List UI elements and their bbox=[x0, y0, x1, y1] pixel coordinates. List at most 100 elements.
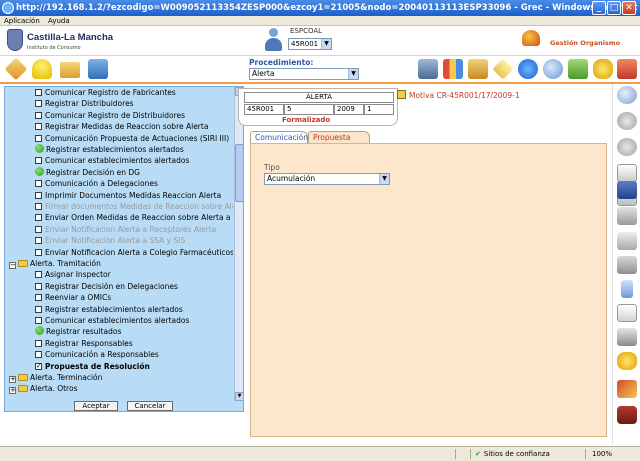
task-checkbox[interactable] bbox=[35, 339, 42, 347]
task-checkbox[interactable] bbox=[35, 317, 42, 324]
tree-item[interactable]: Registrar Medidas de Reaccion sobre Aler… bbox=[35, 121, 233, 132]
tag-icon[interactable] bbox=[4, 57, 28, 81]
envelope-icon[interactable] bbox=[492, 58, 514, 80]
tree-scrollbar[interactable]: ▲ ▼ bbox=[234, 87, 243, 401]
scroll-thumb[interactable] bbox=[235, 144, 243, 202]
tree-item[interactable]: Registrar Decisión en DG bbox=[35, 166, 233, 178]
logo-name: Castilla-La Mancha bbox=[27, 32, 114, 43]
expand-icon[interactable]: + bbox=[9, 387, 16, 395]
logo-subtitle: Instituto de Consumo bbox=[27, 45, 81, 51]
tree-item[interactable]: Comunicación a Responsables bbox=[35, 349, 233, 360]
tree-item[interactable]: + Alerta. Otros bbox=[9, 383, 233, 395]
task-checkbox[interactable] bbox=[35, 123, 42, 131]
accept-button[interactable]: Aceptar bbox=[74, 401, 118, 411]
motorbike-icon[interactable] bbox=[617, 406, 637, 424]
task-checkbox[interactable] bbox=[35, 89, 42, 96]
task-checkbox[interactable] bbox=[35, 351, 42, 359]
tree-item[interactable]: Registrar Distribuidores bbox=[35, 98, 233, 109]
collapse-icon[interactable]: − bbox=[9, 262, 16, 269]
minimize-button[interactable]: _ bbox=[592, 1, 606, 15]
tree-item[interactable]: Enviar Notificacion Alerta a Receptores … bbox=[35, 224, 233, 235]
tipo-select[interactable]: Acumulación ▼ bbox=[264, 173, 390, 185]
close-button[interactable]: ✕ bbox=[622, 1, 636, 15]
fax-icon[interactable] bbox=[617, 256, 637, 274]
tree-item[interactable]: Comunicación a Delegaciones bbox=[35, 178, 233, 189]
task-checkbox[interactable] bbox=[35, 191, 42, 199]
tree-item[interactable]: Enviar Notificacion Alerta a SSA y SIS bbox=[35, 235, 233, 246]
tree-item[interactable]: Reenviar a OMICs bbox=[35, 292, 233, 303]
scroll-down-icon[interactable]: ▼ bbox=[235, 392, 243, 401]
tree-item[interactable]: Enviar Orden Medidas de Reaccion sobre A… bbox=[35, 212, 233, 223]
tools-icon[interactable] bbox=[568, 59, 588, 79]
task-checkbox[interactable] bbox=[35, 157, 42, 165]
computer-icon[interactable] bbox=[88, 59, 108, 79]
menu-ayuda[interactable]: Ayuda bbox=[48, 17, 70, 25]
expand-icon[interactable]: + bbox=[9, 376, 16, 383]
cut-icon[interactable] bbox=[617, 207, 637, 225]
task-checkbox[interactable] bbox=[35, 100, 42, 108]
folder-icon[interactable] bbox=[60, 62, 80, 78]
task-checkbox[interactable] bbox=[35, 111, 42, 119]
tree-item[interactable]: Registrar Responsables bbox=[35, 338, 233, 349]
gear-icon[interactable] bbox=[593, 59, 613, 79]
archive-icon[interactable] bbox=[468, 59, 488, 79]
tree-item[interactable]: Comunicar establecimientos alertados bbox=[35, 315, 233, 326]
books-icon[interactable] bbox=[443, 59, 463, 79]
tab-comunicacion[interactable]: Comunicación bbox=[250, 131, 308, 143]
ie-icon bbox=[2, 2, 14, 14]
laptop-icon[interactable] bbox=[418, 59, 438, 79]
tree-item[interactable]: + Alerta. Terminación bbox=[9, 372, 233, 383]
tree-item[interactable]: Registrar resultados bbox=[35, 326, 233, 337]
save-icon[interactable] bbox=[617, 181, 637, 199]
task-checkbox[interactable] bbox=[35, 305, 42, 313]
tree-item[interactable]: − Alerta. Tramitación bbox=[9, 258, 233, 269]
tree-item[interactable]: Propuesta de Resolución bbox=[35, 361, 233, 372]
cancel-button[interactable]: Cancelar bbox=[127, 401, 173, 411]
blank-page-icon[interactable] bbox=[617, 304, 637, 322]
procedimiento-select[interactable]: Alerta ▼ bbox=[249, 68, 359, 80]
task-checkbox[interactable] bbox=[35, 271, 42, 279]
gestion-organismo-link[interactable]: Gestión Organismo bbox=[522, 28, 632, 52]
tree-item[interactable]: Enviar Notificacion Alerta a Colegio Far… bbox=[35, 247, 233, 258]
unit-select[interactable]: 45R001 ▼ bbox=[288, 38, 332, 50]
gestion-label: Gestión Organismo bbox=[550, 39, 621, 47]
globe-icon[interactable] bbox=[518, 59, 538, 79]
settings-icon[interactable] bbox=[617, 352, 637, 370]
printer-icon[interactable] bbox=[617, 328, 637, 346]
print-icon[interactable] bbox=[617, 232, 637, 250]
zoom-level[interactable]: 100% bbox=[592, 447, 612, 461]
tree-item[interactable]: Comunicar Registro de Fabricantes bbox=[35, 87, 233, 98]
trust-zone[interactable]: ✔ Sitios de confianza bbox=[475, 447, 550, 461]
document-icon[interactable] bbox=[617, 164, 637, 182]
exit-icon[interactable] bbox=[617, 59, 637, 79]
task-checkbox[interactable] bbox=[35, 361, 42, 372]
task-checkbox[interactable] bbox=[35, 134, 42, 142]
task-checkbox[interactable] bbox=[35, 294, 42, 302]
tools-cross-icon[interactable] bbox=[617, 380, 637, 398]
tree-item[interactable]: Comunicación Propuesta de Actuaciones (S… bbox=[35, 133, 233, 144]
tab-propuesta[interactable]: Propuesta bbox=[308, 131, 370, 143]
bottle-icon[interactable] bbox=[621, 280, 633, 298]
tree-item[interactable]: Comunicar establecimientos alertados bbox=[35, 155, 233, 166]
task-checkbox[interactable] bbox=[35, 282, 42, 290]
maximize-button[interactable]: □ bbox=[607, 1, 621, 15]
bulb-icon[interactable] bbox=[32, 59, 52, 79]
tree-item[interactable]: Registrar establecimientos alertados bbox=[35, 144, 233, 155]
task-checkbox[interactable] bbox=[35, 214, 42, 222]
document-icon[interactable] bbox=[397, 90, 406, 99]
zoom-icon[interactable] bbox=[617, 86, 637, 104]
menu-aplicacion[interactable]: Aplicación bbox=[4, 17, 40, 25]
tree-item[interactable]: Comunicar Registro de Distribuidores bbox=[35, 110, 233, 121]
tree-item[interactable]: Asignar Inspector bbox=[35, 269, 233, 280]
tree-item[interactable]: Registrar establecimientos alertados bbox=[35, 304, 233, 315]
ie-window: http://192.168.1.2/?ezcodigo=W0090521133… bbox=[0, 0, 640, 461]
tree-item[interactable]: Firmar documentos Medidas de Reaccion so… bbox=[35, 201, 233, 212]
tree-item[interactable]: Registrar Decisión en Delegaciones bbox=[35, 281, 233, 292]
tree-item[interactable]: Imprimir Documentos Medidas Reaccion Ale… bbox=[35, 190, 233, 201]
back-icon[interactable] bbox=[617, 112, 637, 130]
motiva-link[interactable]: Motiva CR-45R001/17/2009-1 bbox=[409, 91, 520, 100]
forward-icon[interactable] bbox=[617, 138, 637, 156]
task-checkbox[interactable] bbox=[35, 248, 42, 256]
task-checkbox[interactable] bbox=[35, 180, 42, 188]
search-icon[interactable] bbox=[543, 59, 563, 79]
